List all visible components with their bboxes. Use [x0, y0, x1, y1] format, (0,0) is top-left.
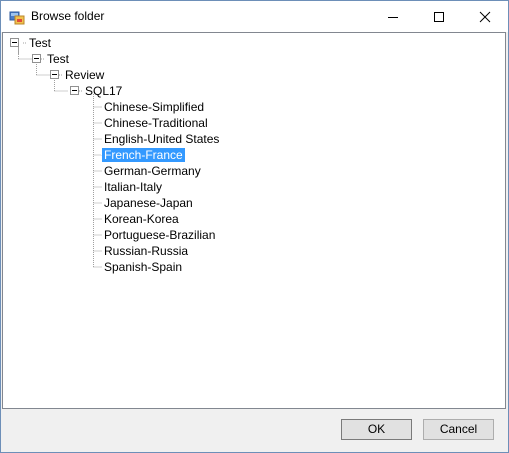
tree-node-russian-russia[interactable]: Russian-Russia	[102, 244, 190, 258]
dialog-footer: OK Cancel	[1, 410, 508, 452]
close-button[interactable]	[462, 1, 508, 32]
tree-node-chinese-simplified[interactable]: Chinese-Simplified	[102, 100, 206, 114]
tree-node-chinese-traditional[interactable]: Chinese-Traditional	[102, 116, 210, 130]
tree-node-korean-korea[interactable]: Korean-Korea	[102, 212, 181, 226]
tree-node-sql17[interactable]: SQL17	[83, 84, 124, 98]
close-icon	[479, 11, 491, 23]
maximize-icon	[434, 12, 444, 22]
collapse-icon[interactable]	[50, 70, 59, 79]
cancel-button[interactable]: Cancel	[423, 419, 494, 440]
app-icon	[9, 11, 25, 25]
maximize-button[interactable]	[416, 1, 462, 32]
tree-node-german-germany[interactable]: German-Germany	[102, 164, 203, 178]
collapse-icon[interactable]	[32, 54, 41, 63]
tree-node-portuguese-brazilian[interactable]: Portuguese-Brazilian	[102, 228, 217, 242]
tree-node-review[interactable]: Review	[63, 68, 106, 82]
collapse-icon[interactable]	[10, 38, 19, 47]
tree-node-test[interactable]: Test	[45, 52, 71, 66]
tree-node-french-france[interactable]: French-France	[101, 147, 186, 163]
minimize-button[interactable]	[370, 1, 416, 32]
title-bar[interactable]: Browse folder	[1, 1, 508, 32]
tree-node-italian-italy[interactable]: Italian-Italy	[102, 180, 164, 194]
ok-button[interactable]: OK	[341, 419, 412, 440]
tree-node-spanish-spain[interactable]: Spanish-Spain	[102, 260, 184, 274]
browse-folder-dialog: Browse folder Test Test Review SQL17 Chi…	[0, 0, 509, 453]
window-title: Browse folder	[31, 9, 105, 23]
minimize-icon	[388, 17, 398, 18]
tree-node-test-root[interactable]: Test	[27, 36, 53, 50]
tree-node-english-united-states[interactable]: English-United States	[102, 132, 221, 146]
collapse-icon[interactable]	[70, 86, 79, 95]
folder-tree[interactable]: Test Test Review SQL17 Chinese-Simplifie…	[2, 32, 506, 409]
tree-node-japanese-japan[interactable]: Japanese-Japan	[102, 196, 195, 210]
